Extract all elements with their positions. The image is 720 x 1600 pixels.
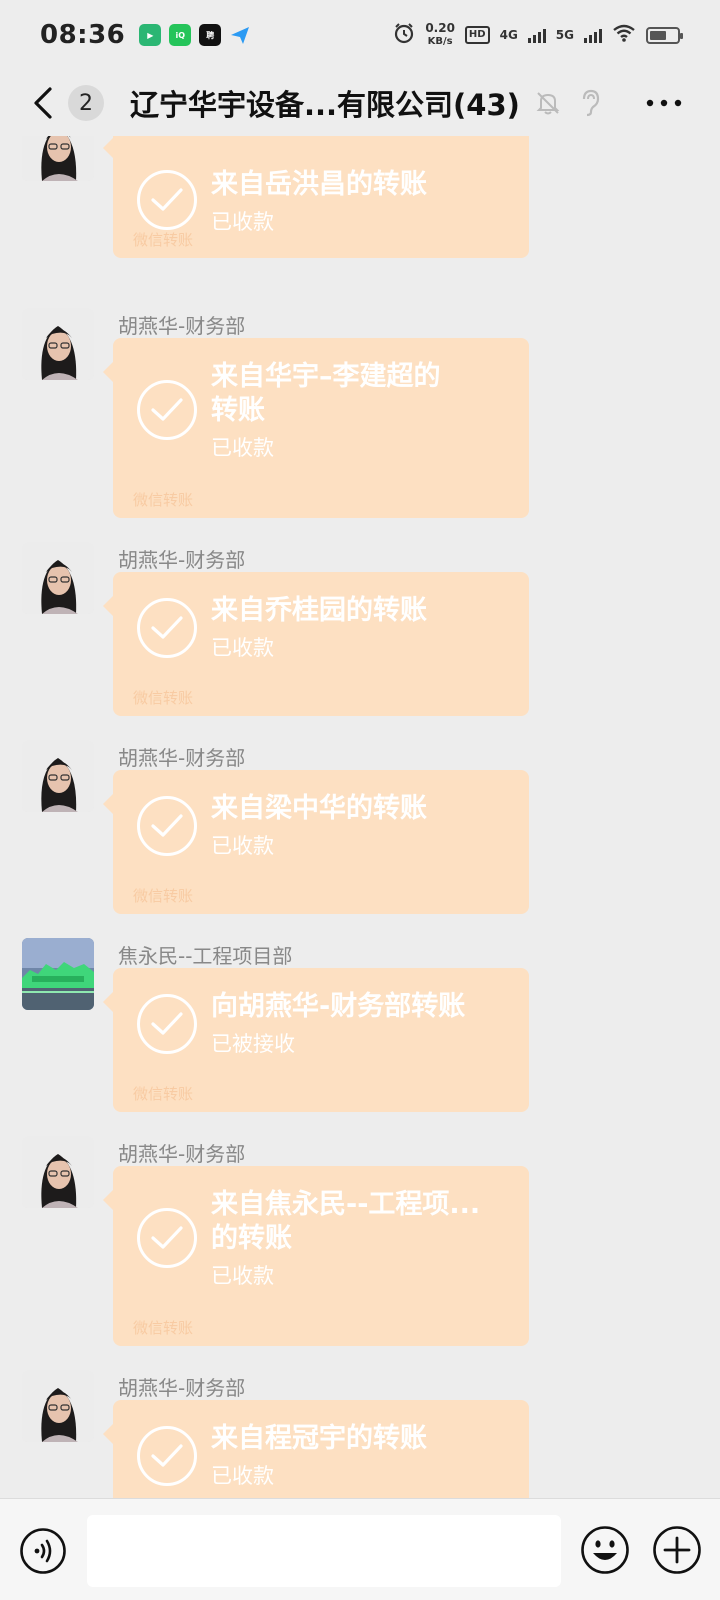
status-time: 08:36: [40, 20, 126, 50]
bell-off-icon: [534, 89, 562, 117]
transfer-title: 来自程冠宇的转账: [211, 1423, 427, 1454]
iqiyi-app-icon: iQ: [169, 24, 192, 46]
sim1-label: 4G: [499, 28, 518, 42]
check-circle-icon: [137, 380, 197, 440]
plus-button[interactable]: [652, 1525, 702, 1575]
back-button[interactable]: [18, 78, 68, 128]
transfer-title: 来自乔桂园的转账: [211, 595, 427, 626]
transfer-footer: 微信转账: [133, 1085, 194, 1103]
sender-name: 胡燕华-财务部: [118, 1376, 246, 1400]
input-bar: [0, 1498, 720, 1600]
avatar[interactable]: [22, 308, 94, 380]
sender-name: 胡燕华-财务部: [118, 548, 246, 572]
transfer-bubble[interactable]: 向胡燕华-财务部转账 已被接收 微信转账: [103, 968, 529, 1112]
status-bar: 08:36 ▶ iQ 聘 0.20 KB/s HD 4G 5G: [0, 0, 720, 70]
check-circle-icon: [137, 994, 197, 1054]
transfer-footer: 微信转账: [133, 887, 194, 905]
transfer-bubble[interactable]: 来自岳洪昌的转账 已收款 微信转账: [103, 136, 529, 258]
transfer-bubble[interactable]: 来自焦永民--工程项...的转账 已收款 微信转账: [103, 1166, 529, 1346]
chevron-left-icon: [34, 87, 52, 119]
transfer-footer: 微信转账: [133, 231, 194, 249]
sender-name: 焦永民--工程项目部: [118, 944, 293, 968]
job-app-icon: 聘: [199, 24, 222, 46]
avatar[interactable]: [22, 136, 94, 181]
transfer-status: 已收款: [211, 834, 274, 858]
transfer-status: 已收款: [211, 1464, 274, 1488]
sender-name: 胡燕华-财务部: [118, 1142, 246, 1166]
check-circle-icon: [137, 170, 197, 230]
unread-count-badge[interactable]: 2: [68, 85, 104, 121]
avatar[interactable]: [22, 542, 94, 614]
transfer-bubble[interactable]: 来自梁中华的转账 已收款 微信转账: [103, 770, 529, 914]
transfer-bubble[interactable]: 来自程冠宇的转账 已收款: [103, 1400, 529, 1498]
sim2-signal-icon: [584, 27, 602, 43]
avatar[interactable]: [22, 1136, 94, 1208]
voice-icon: [20, 1528, 66, 1574]
avatar[interactable]: [22, 938, 94, 1010]
transfer-status: 已收款: [211, 436, 274, 460]
send-app-icon: [229, 24, 251, 46]
transfer-status: 已收款: [211, 210, 274, 234]
transfer-title: 来自梁中华的转账: [211, 793, 427, 824]
chat-header: 2 辽宁华宇设备...有限公司(43): [0, 70, 720, 136]
more-icon: [646, 99, 682, 107]
more-button[interactable]: [644, 83, 684, 123]
message-input[interactable]: [87, 1515, 561, 1587]
transfer-footer: 微信转账: [133, 689, 194, 707]
transfer-status: 已收款: [211, 636, 274, 660]
hd-badge: HD: [464, 26, 490, 44]
sender-name: 胡燕华-财务部: [118, 314, 246, 338]
transfer-status: 已收款: [211, 1264, 274, 1288]
sim2-label: 5G: [555, 28, 574, 42]
avatar[interactable]: [22, 740, 94, 812]
chat-title[interactable]: 辽宁华宇设备...有限公司(43): [130, 82, 520, 124]
transfer-title: 来自华宇–李建超的转账: [211, 361, 441, 426]
transfer-title: 来自焦永民--工程项...的转账: [211, 1189, 481, 1254]
avatar[interactable]: [22, 1370, 94, 1442]
check-circle-icon: [137, 796, 197, 856]
voice-button[interactable]: [19, 1527, 67, 1575]
transfer-bubble[interactable]: 来自乔桂园的转账 已收款 微信转账: [103, 572, 529, 716]
transfer-title: 向胡燕华-财务部转账: [211, 991, 466, 1022]
ear-icon: [576, 89, 604, 117]
transfer-footer: 微信转账: [133, 1319, 194, 1337]
net-speed-unit: KB/s: [427, 36, 453, 47]
net-speed: 0.20 KB/s: [425, 22, 455, 48]
transfer-bubble[interactable]: 来自华宇–李建超的转账 已收款 微信转账: [103, 338, 529, 518]
check-circle-icon: [137, 1426, 197, 1486]
transfer-footer: 微信转账: [133, 491, 194, 509]
sender-name: 胡燕华-财务部: [118, 746, 246, 770]
emoji-icon: [581, 1526, 629, 1574]
wifi-icon: [612, 23, 636, 47]
check-circle-icon: [137, 1208, 197, 1268]
sim1-signal-icon: [527, 27, 546, 43]
alarm-icon: [393, 22, 415, 48]
emoji-button[interactable]: [580, 1525, 630, 1575]
plus-icon: [653, 1526, 701, 1574]
net-speed-value: 0.20: [425, 21, 455, 35]
transfer-status: 已被接收: [211, 1032, 295, 1056]
video-app-icon: ▶: [139, 24, 162, 46]
notification-icons: ▶ iQ 聘: [139, 24, 251, 46]
transfer-title: 来自岳洪昌的转账: [211, 169, 427, 200]
battery-icon: [646, 26, 683, 44]
check-circle-icon: [137, 598, 197, 658]
message-list[interactable]: 来自岳洪昌的转账 已收款 微信转账 胡燕华-财务部 来自华宇–李建超的转账 已收…: [0, 136, 720, 1498]
